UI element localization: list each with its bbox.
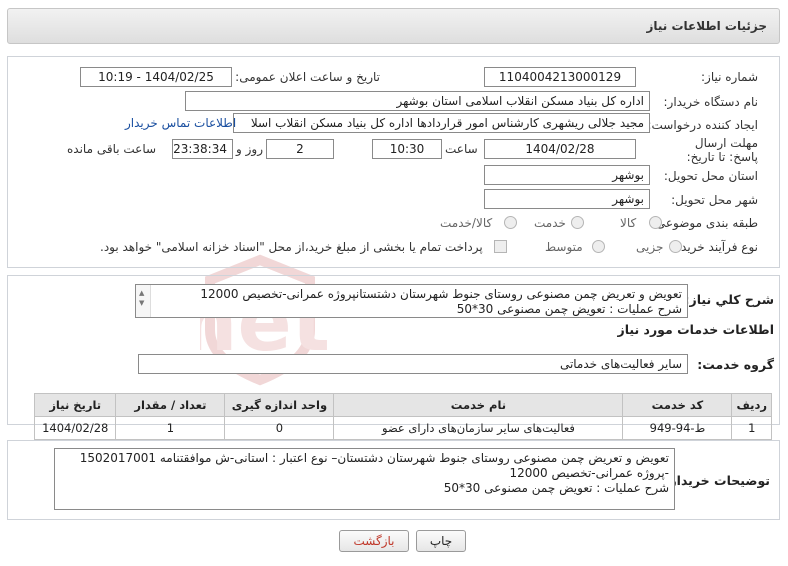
services-table-header: ردیف کد خدمت نام خدمت واحد اندازه گیری ت… [33,393,772,417]
need-number-label: شماره نیاز: [701,70,758,84]
cell-qty: 1 [115,416,226,440]
buyer-notes-line2: -پروژه عمرانی-تخصیص 12000 [509,466,669,480]
category-goods-service-radio[interactable] [504,216,517,229]
need-desc-textarea[interactable]: تعویض و تعریض چمن مصنوعی روستای جنوط شهر… [135,284,688,318]
buyer-notes-line1: تعویض و تعریض چمن مصنوعی روستای جنوط شهر… [79,451,669,465]
time-remaining-label: ساعت باقی مانده [67,142,157,156]
requester-label: ایجاد کننده درخواست: [647,118,758,132]
need-desc-line1: تعویض و تعریض چمن مصنوعی روستای جنوط شهر… [200,287,682,301]
purchase-partial-label: جزیی [636,240,664,254]
col-name: نام خدمت [333,393,624,417]
category-service-label: خدمت [534,216,566,230]
scroll-down-icon[interactable]: ▼ [139,296,144,311]
print-button[interactable]: چاپ [416,530,466,552]
buyer-org-label: نام دستگاه خریدار: [663,95,759,109]
deadline-label: مهلت ارسال پاسخ: تا تاریخ: [686,136,758,164]
category-goods-label: کالا [620,216,637,230]
buyer-org-field: اداره کل بنیاد مسکن انقلاب اسلامی استان … [185,91,650,111]
days-remaining-field: 2 [266,139,334,159]
need-desc-line2: شرح عملیات : تعویض چمن مصنوعی 30*50 [456,302,682,316]
info-panel [7,56,780,268]
requester-field: مجید جلالی ریشهری کارشناس امور قراردادها… [233,113,650,133]
city-field: بوشهر [484,189,650,209]
cell-unit: 0 [224,416,335,440]
province-field: بوشهر [484,165,650,185]
deadline-time-label: ساعت [445,142,478,156]
announce-datetime-field: 1404/02/25 - 10:19 [80,67,232,87]
purchase-medium-label: متوسط [545,240,583,254]
col-code: کد خدمت [622,393,733,417]
purchase-medium-radio[interactable] [592,240,605,253]
category-service-radio[interactable] [571,216,584,229]
table-row: 1 ط-94-949 فعالیت‌های سایر سازمان‌های دا… [33,416,772,440]
need-number-field: 1104004213000129 [484,67,636,87]
cell-date: 1404/02/28 [33,416,117,440]
city-label: شهر محل تحویل: [671,193,758,207]
service-group-label: گروه خدمت: [697,357,774,372]
days-label: روز و [236,142,263,156]
col-date: تاریخ نیاز [33,393,117,417]
time-remaining-field: 23:38:34 [172,139,233,159]
purchase-type-label: نوع فرآیند خرید : [673,240,758,254]
services-table: ردیف کد خدمت نام خدمت واحد اندازه گیری ت… [33,393,772,440]
page-title: جزئیات اطلاعات نیاز [646,19,767,33]
category-goods-radio[interactable] [649,216,662,229]
purchase-partial-radio[interactable] [669,240,682,253]
cell-row: 1 [731,416,772,440]
buyer-notes-label: توضیحات خریدار: [664,473,770,488]
announce-datetime-label: تاریخ و ساعت اعلان عمومی: [235,70,380,84]
deadline-time-field: 10:30 [372,139,442,159]
back-button[interactable]: بازگشت [339,530,409,552]
treasury-bonds-checkbox[interactable] [494,240,507,253]
textarea-scrollbar[interactable]: ▲ ▼ [136,285,151,317]
services-section-title: اطلاعات خدمات مورد نیاز [617,322,775,337]
province-label: استان محل تحویل: [663,169,758,183]
page-header: جزئیات اطلاعات نیاز [7,8,780,44]
col-row: ردیف [731,393,772,417]
service-group-field: سایر فعالیت‌های خدماتی [138,354,688,374]
cell-code: ط-94-949 [622,416,733,440]
need-desc-label: شرح کلي نياز: [684,292,774,307]
col-qty: تعداد / مقدار [115,393,226,417]
deadline-date-field: 1404/02/28 [484,139,636,159]
buyer-contact-link[interactable]: اطلاعات تماس خریدار [125,116,236,130]
buyer-notes-line3: شرح عملیات : تعویض چمن مصنوعی 30*50 [443,481,669,495]
cell-name: فعالیت‌های سایر سازمان‌های دارای عضو [333,416,624,440]
buyer-notes-textarea[interactable]: تعویض و تعریض چمن مصنوعی روستای جنوط شهر… [54,448,675,510]
category-goods-service-label: کالا/خدمت [440,216,493,230]
col-unit: واحد اندازه گیری [224,393,335,417]
payment-note: پرداخت تمام یا بخشی از مبلغ خرید،از محل … [100,240,483,254]
category-label: طبقه بندی موضوعی: [651,216,758,230]
